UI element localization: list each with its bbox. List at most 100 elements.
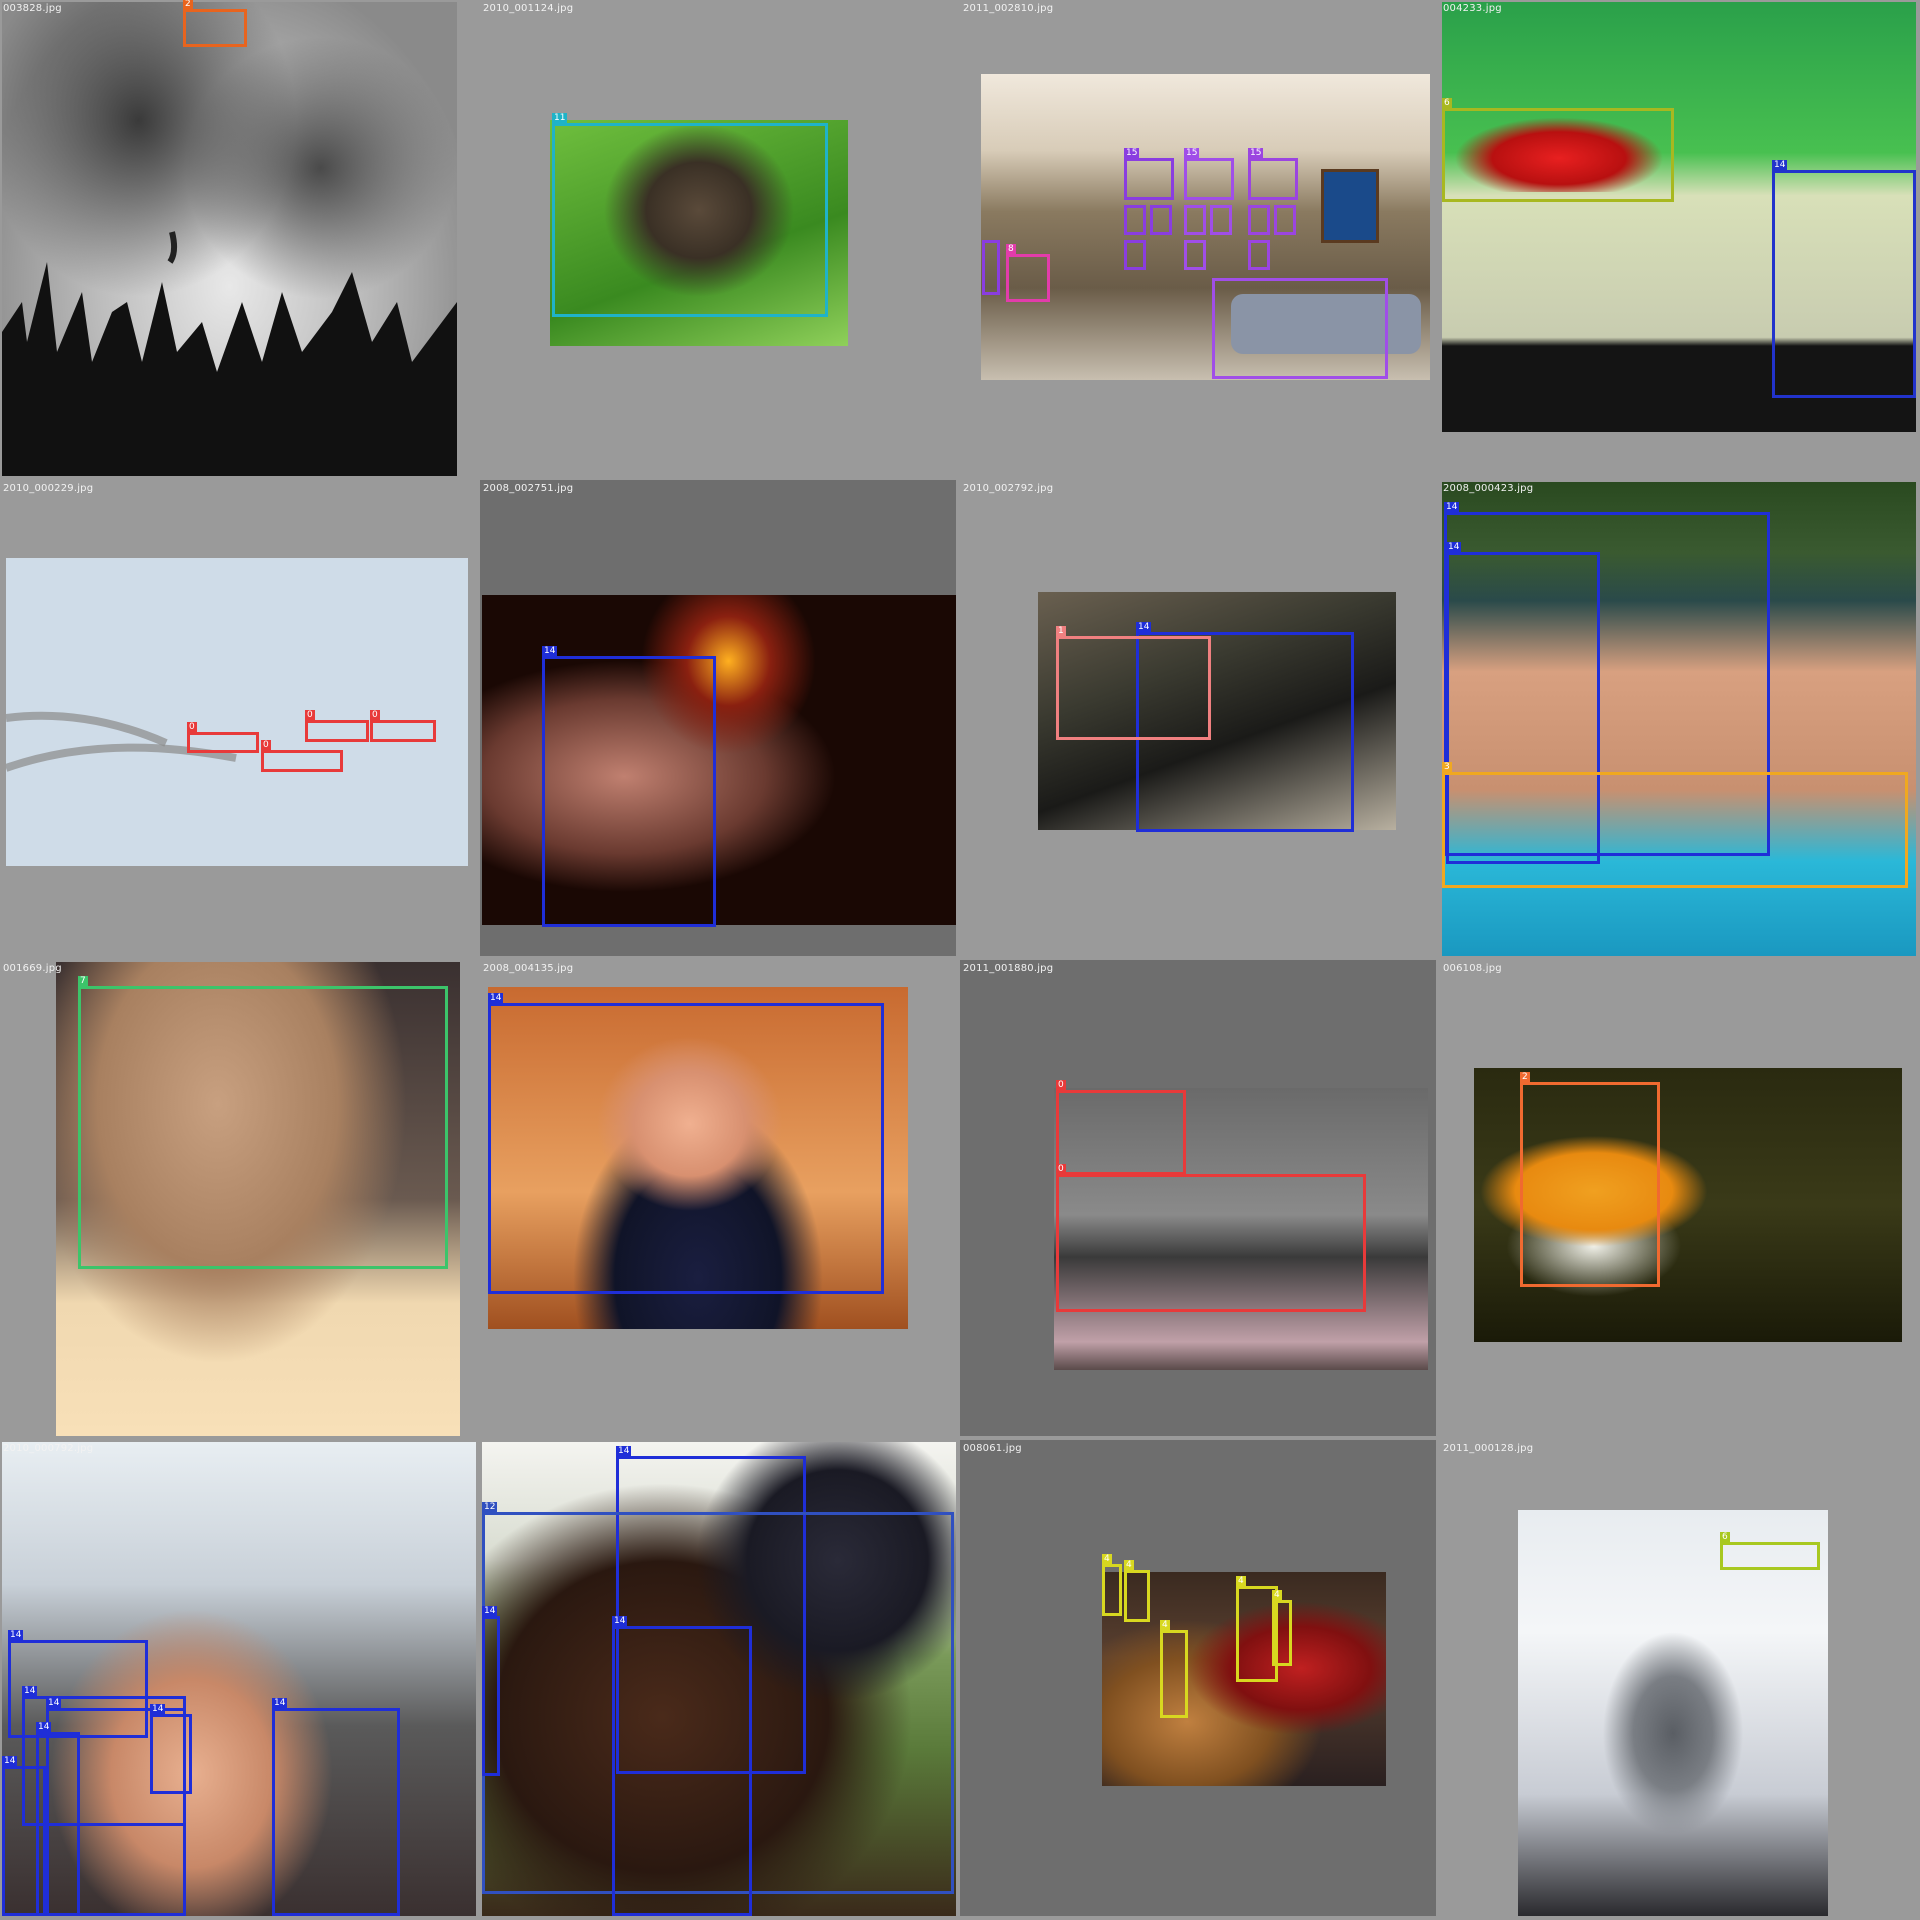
bbox-plant [1274, 205, 1296, 235]
bbox-plant-group: 15 [1124, 148, 1174, 200]
bbox-aeroplane: 0 [1056, 1164, 1366, 1312]
bbox-aeroplane: 0 [1056, 1080, 1186, 1175]
tile-filename: 2011_002810.jpg [963, 3, 1054, 14]
bbox-aeroplane: 0 [261, 740, 343, 772]
bbox-bottle: 4 [1102, 1554, 1122, 1616]
bbox-class-label: 0 [1056, 1164, 1066, 1175]
tile-filename: 004233.jpg [1443, 3, 1502, 14]
tile-11: 006108.jpg 2 [1440, 960, 1916, 1436]
bbox-plant [982, 240, 1000, 295]
tile-3: 004233.jpg 6 14 [1440, 0, 1916, 476]
bbox-plant [1248, 205, 1270, 235]
bbox-class-label: 14 [272, 1698, 288, 1709]
bbox-class-label: 14 [616, 1446, 632, 1457]
tile-8: 001669.jpg 7 [0, 960, 476, 1436]
bbox-class-label: 8 [1006, 244, 1016, 255]
tile-0: 003828.jpg 2 [0, 0, 476, 476]
tile-filename: 2008_004135.jpg [483, 963, 574, 974]
bbox-class-label: 14 [46, 1698, 62, 1709]
tile-filename: 2010_001124.jpg [483, 3, 574, 14]
bbox-person: 14 [1772, 160, 1916, 398]
tile-9: 2008_004135.jpg 14 [480, 960, 956, 1436]
smoke-trails [6, 711, 237, 772]
bbox-class-label: 14 [2, 1756, 18, 1767]
bbox-dog: 11 [552, 113, 828, 317]
bbox-boat: 3 [1442, 762, 1908, 888]
bbox-class-label: 7 [78, 976, 88, 987]
bbox-person: 14 [2, 1756, 46, 1916]
tile-2: 2011_002810.jpg 15 15 15 8 [960, 0, 1436, 476]
bbox-cat: 7 [78, 976, 448, 1269]
photo-snowy-path [1518, 1510, 1828, 1916]
bbox-bicycle: 1 [1056, 626, 1211, 740]
bbox-bird: 2 [1520, 1072, 1660, 1287]
bbox-person: 14 [482, 1606, 500, 1776]
bbox-aeroplane: 0 [305, 710, 369, 742]
bbox-class-label: 6 [1442, 98, 1452, 109]
bbox-class-label: 15 [1124, 148, 1140, 159]
bbox-plant [1124, 205, 1146, 235]
bbox-class-label: 14 [22, 1686, 38, 1697]
mosaic-grid: 003828.jpg 2 2010_001124.jpg 11 2011_002… [0, 0, 1920, 1920]
bbox-class-label: 14 [612, 1616, 628, 1627]
bbox-class-label: 4 [1236, 1576, 1246, 1587]
tile-12: 2010_000792.jpg 14 14 14 14 14 14 14 [0, 1440, 476, 1916]
bbox-class-label: 2 [183, 0, 193, 10]
tile-filename: 2010_000792.jpg [3, 1443, 94, 1454]
bbox-person: 14 [272, 1698, 400, 1916]
bbox-bottle: 4 [1272, 1590, 1292, 1666]
tile-5: 2008_002751.jpg 14 [480, 480, 956, 956]
bbox-class-label: 0 [370, 710, 380, 721]
bbox-bottle: 4 [1124, 1560, 1150, 1622]
bbox-car: 6 [1442, 98, 1674, 202]
bbox-person: 14 [542, 646, 716, 927]
tile-filename: 006108.jpg [1443, 963, 1502, 974]
tile-1: 2010_001124.jpg 11 [480, 0, 956, 476]
bbox-class-label: 15 [1248, 148, 1264, 159]
bbox-class-label: 14 [36, 1722, 52, 1733]
tile-filename: 2008_000423.jpg [1443, 483, 1534, 494]
tile-4: 2010_000229.jpg 0 0 0 0 [0, 480, 476, 956]
photo-clouds-bird [2, 2, 457, 476]
bbox-class-label: 14 [8, 1630, 24, 1641]
bbox-sofa [1212, 278, 1388, 379]
bbox-plant-group: 15 [1184, 148, 1234, 200]
bbox-car: 6 [1720, 1532, 1820, 1570]
photo-airshow [6, 558, 468, 866]
bbox-tv: 8 [1006, 244, 1050, 302]
bbox-class-label: 14 [1136, 622, 1152, 633]
tile-6: 2010_002792.jpg 14 1 [960, 480, 1436, 956]
bbox-person: 14 [612, 1616, 752, 1916]
bbox-class-label: 14 [1446, 542, 1462, 553]
bbox-bottle: 4 [1160, 1620, 1188, 1718]
tile-13: 14 12 14 14 [480, 1440, 956, 1916]
bbox-class-label: 6 [1720, 1532, 1730, 1543]
bbox-class-label: 4 [1124, 1560, 1134, 1571]
bbox-class-label: 15 [1184, 148, 1200, 159]
reeds-silhouette [2, 231, 457, 476]
bbox-class-label: 0 [261, 740, 271, 751]
bbox-class-label: 4 [1272, 1590, 1282, 1601]
bbox-person: 14 [488, 993, 884, 1294]
tile-14: 008061.jpg 4 4 4 4 4 [960, 1440, 1436, 1916]
bbox-plant [1248, 240, 1270, 270]
bbox-plant [1124, 240, 1146, 270]
bbox-class-label: 14 [542, 646, 558, 657]
bbox-class-label: 12 [482, 1502, 498, 1513]
tile-filename: 2011_001880.jpg [963, 963, 1054, 974]
tile-10: 2011_001880.jpg 0 0 [960, 960, 1436, 1436]
bbox-class-label: 0 [187, 722, 197, 733]
bbox-class-label: 0 [305, 710, 315, 721]
bbox-bird: 2 [183, 0, 247, 47]
bbox-plant [1210, 205, 1232, 235]
bbox-class-label: 3 [1442, 762, 1452, 773]
tile-filename: 001669.jpg [3, 963, 62, 974]
bbox-person: 14 [150, 1704, 192, 1794]
bbox-aeroplane: 0 [187, 722, 259, 753]
bbox-class-label: 4 [1160, 1620, 1170, 1631]
bbox-class-label: 14 [488, 993, 504, 1004]
tile-filename: 003828.jpg [3, 3, 62, 14]
tile-7: 2008_000423.jpg 14 14 3 [1440, 480, 1916, 956]
tile-filename: 2008_002751.jpg [483, 483, 574, 494]
bbox-class-label: 14 [1444, 502, 1460, 513]
